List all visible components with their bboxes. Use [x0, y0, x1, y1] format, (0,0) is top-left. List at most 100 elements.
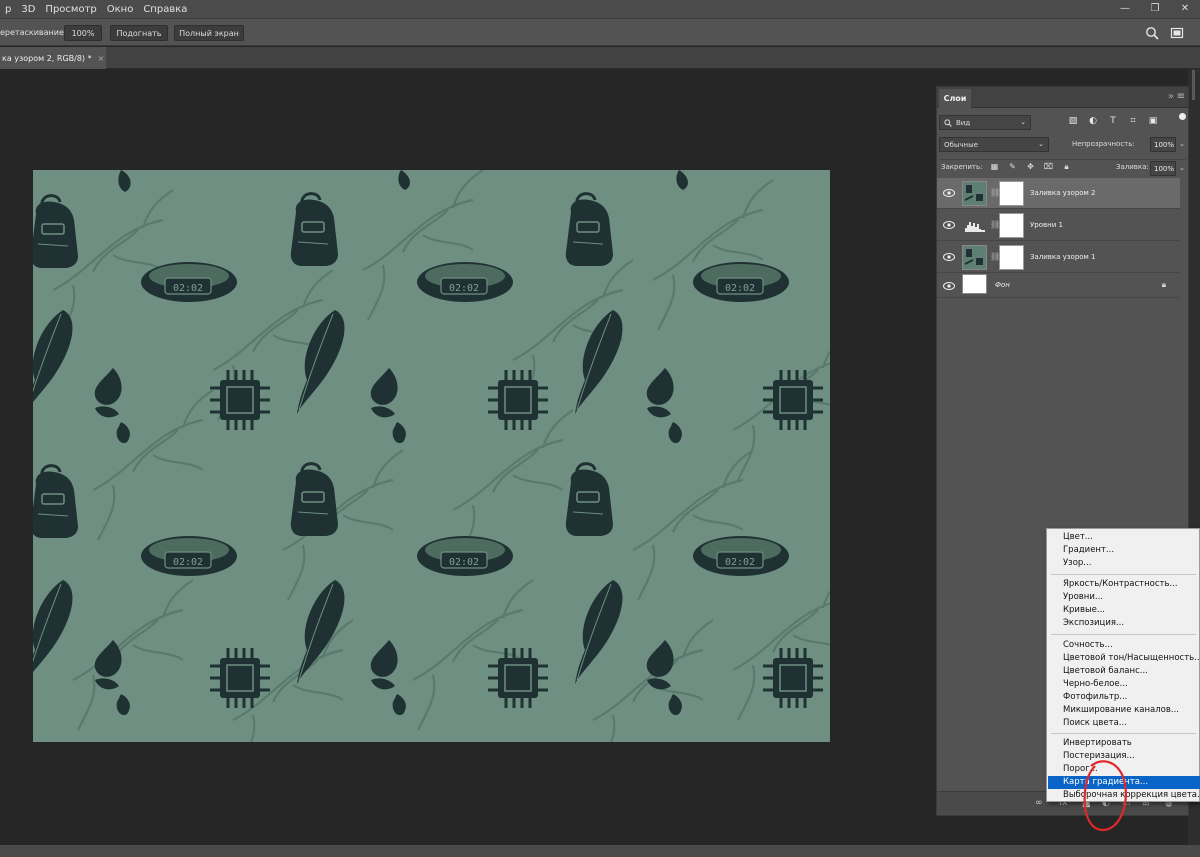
- menu-item-color-lookup[interactable]: Поиск цвета...: [1048, 717, 1200, 730]
- fill-dropdown-icon[interactable]: ⌄: [1177, 161, 1187, 176]
- red-annotation-circle: [1083, 760, 1127, 832]
- eye-icon[interactable]: [943, 220, 955, 230]
- menu-item-photo-filter[interactable]: Фотофильтр...: [1048, 691, 1200, 704]
- window-controls: — ❐ ✕: [1110, 0, 1200, 18]
- layer-mask-thumbnail[interactable]: [999, 213, 1024, 238]
- layer-background[interactable]: Фон 🔒︎: [937, 274, 1180, 298]
- menu-item-brightness-contrast[interactable]: Яркость/Контрастность...: [1048, 578, 1200, 591]
- maximize-button[interactable]: ❐: [1140, 0, 1170, 18]
- menu-item-black-white[interactable]: Черно-белое...: [1048, 678, 1200, 691]
- lock-position-icon[interactable]: ✥: [1025, 161, 1036, 172]
- close-window-button[interactable]: ✕: [1170, 0, 1200, 18]
- filter-icons: ▨ ◐ T ⌗ ▣: [1067, 115, 1159, 127]
- image-filter-icon[interactable]: ▨: [1067, 115, 1079, 127]
- lock-transparency-icon[interactable]: ▦: [989, 161, 1000, 172]
- opacity-label: Непрозрачность:: [1072, 140, 1135, 148]
- levels-histogram-icon: [965, 222, 985, 232]
- blend-opacity-row: Обычные ⌄ Непрозрачность: 100% ⌄: [939, 137, 1186, 153]
- lock-fill-row: Закрепить: ▦ ✎ ✥ ⌧ 🔒︎ Заливка: 100% ⌄: [939, 159, 1187, 176]
- eye-icon[interactable]: [943, 281, 955, 291]
- fill-label: Заливка:: [1116, 163, 1149, 171]
- menu-item-exposure[interactable]: Экспозиция...: [1048, 617, 1200, 630]
- chevron-down-icon: ⌄: [1038, 140, 1044, 148]
- chevron-down-icon: ⌄: [1020, 118, 1026, 126]
- layer-name: Заливка узором 1: [1030, 253, 1096, 261]
- adjustment-filter-icon[interactable]: ◐: [1087, 115, 1099, 127]
- layer-mask-thumbnail[interactable]: [999, 245, 1024, 270]
- layer-thumbnail: [962, 181, 987, 206]
- menu-bar: р 3D Просмотр Окно Справка — ❐ ✕: [0, 0, 1200, 18]
- document-tab[interactable]: ка узором 2, RGB/8) * ×: [0, 47, 106, 69]
- blend-mode-select[interactable]: Обычные ⌄: [939, 137, 1049, 152]
- fill-input[interactable]: 100%: [1150, 161, 1176, 176]
- lock-icons: ▦ ✎ ✥ ⌧ 🔒︎: [989, 161, 1072, 172]
- shape-filter-icon[interactable]: ⌗: [1127, 115, 1139, 127]
- opacity-input[interactable]: 100%: [1150, 137, 1176, 152]
- layer-name: Уровни 1: [1030, 221, 1063, 229]
- menu-item-levels[interactable]: Уровни...: [1048, 591, 1200, 604]
- pattern-artwork: 02:02: [33, 170, 830, 742]
- menu-item-curves[interactable]: Кривые...: [1048, 604, 1200, 617]
- collapse-panel-icon[interactable]: »: [1168, 91, 1174, 102]
- pattern-thumbnail-icon: [964, 185, 983, 201]
- pattern-thumbnail-icon: [964, 249, 983, 265]
- layer-thumbnail: [962, 245, 987, 270]
- layer-pattern-fill-2[interactable]: ⛓ Заливка узором 2: [937, 178, 1180, 209]
- menu-item-vibrance[interactable]: Сочность...: [1048, 639, 1200, 652]
- document-tab-title: ка узором 2, RGB/8) *: [2, 53, 92, 63]
- fill-screen-button[interactable]: Полный экран: [174, 25, 244, 41]
- layer-pattern-fill-1[interactable]: ⛓ Заливка узором 1: [937, 242, 1180, 273]
- menu-item-channel-mixer[interactable]: Микширование каналов...: [1048, 704, 1200, 717]
- smart-object-filter-icon[interactable]: ▣: [1147, 115, 1159, 127]
- document-canvas[interactable]: 02:02: [33, 170, 830, 742]
- menu-item-3d[interactable]: 3D: [16, 4, 40, 15]
- lock-icon: 🔒︎: [1161, 280, 1166, 289]
- layer-name: Фон: [995, 281, 1010, 289]
- menu-item-color-balance[interactable]: Цветовой баланс...: [1048, 665, 1200, 678]
- search-icon[interactable]: [1145, 26, 1159, 40]
- layer-levels-1[interactable]: ⛓ Уровни 1: [937, 210, 1180, 241]
- menu-item-help[interactable]: Справка: [138, 4, 192, 15]
- opacity-dropdown-icon[interactable]: ⌄: [1177, 137, 1187, 152]
- menu-item-hue-saturation[interactable]: Цветовой тон/Насыщенность...: [1048, 652, 1200, 665]
- eye-icon[interactable]: [943, 252, 955, 262]
- link-layers-icon[interactable]: ∞: [1035, 798, 1043, 808]
- type-filter-icon[interactable]: T: [1107, 115, 1119, 127]
- menu-item-view[interactable]: Просмотр: [40, 4, 101, 15]
- kind-filter-select[interactable]: Вид ⌄: [939, 115, 1031, 130]
- frame-icon[interactable]: [1170, 26, 1184, 40]
- layer-filter-row: Вид ⌄ ▨ ◐ T ⌗ ▣: [939, 113, 1186, 131]
- menu-item-gradient[interactable]: Градиент...: [1048, 544, 1200, 557]
- menu-item-filter[interactable]: р: [0, 4, 16, 15]
- minimize-button[interactable]: —: [1110, 0, 1140, 18]
- panel-tab-bar: Слои » ≡: [937, 87, 1188, 108]
- fit-screen-button[interactable]: Подогнать: [110, 25, 168, 41]
- menu-separator: [1051, 733, 1196, 734]
- layer-name: Заливка узором 2: [1030, 189, 1096, 197]
- scroll-all-windows-label[interactable]: еретаскиванием: [0, 28, 70, 37]
- status-bar: [0, 845, 1200, 857]
- document-tab-bar: ка узором 2, RGB/8) * ×: [0, 47, 1200, 69]
- search-icon: [944, 118, 952, 127]
- tab-layers[interactable]: Слои: [939, 89, 971, 108]
- kind-filter-label: Вид: [956, 118, 971, 127]
- layer-thumbnail: [962, 274, 987, 294]
- scroll-thumb[interactable]: [1192, 70, 1195, 100]
- menu-item-solid-color[interactable]: Цвет...: [1048, 531, 1200, 544]
- menu-item-pattern[interactable]: Узор...: [1048, 557, 1200, 570]
- menu-item-invert[interactable]: Инвертировать: [1048, 737, 1200, 750]
- blend-mode-value: Обычные: [944, 140, 978, 149]
- panel-menu-icon[interactable]: ≡: [1177, 91, 1185, 102]
- menu-item-window[interactable]: Окно: [102, 4, 139, 15]
- lock-pixels-icon[interactable]: ✎: [1007, 161, 1018, 172]
- options-bar: еретаскиванием 100% Подогнать Полный экр…: [0, 18, 1200, 46]
- close-tab-icon[interactable]: ×: [98, 54, 105, 63]
- layer-mask-thumbnail[interactable]: [999, 181, 1024, 206]
- zoom-100-button[interactable]: 100%: [64, 25, 102, 41]
- menu-separator: [1051, 574, 1196, 575]
- filter-toggle[interactable]: [1179, 113, 1186, 120]
- lock-all-icon[interactable]: 🔒︎: [1061, 161, 1072, 172]
- eye-icon[interactable]: [943, 188, 955, 198]
- lock-artboard-icon[interactable]: ⌧: [1043, 161, 1054, 172]
- lock-label: Закрепить:: [941, 163, 983, 171]
